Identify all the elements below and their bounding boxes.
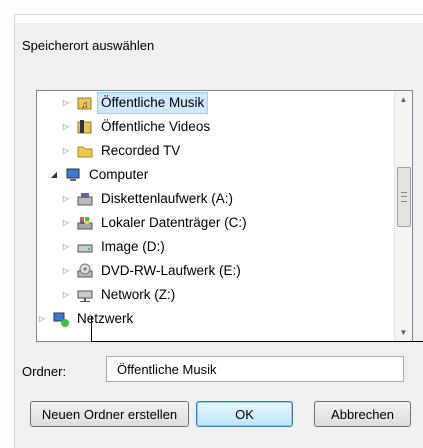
expand-arrow-icon[interactable]: ▷ (61, 98, 71, 108)
expand-arrow-icon[interactable]: ▷ (61, 146, 71, 156)
tree-item-label: Öffentliche Musik (97, 92, 209, 114)
tree-item-label: Network (Z:) (101, 287, 176, 302)
tree-item-label: Diskettenlaufwerk (A:) (101, 191, 234, 206)
expand-arrow-icon[interactable]: ▷ (61, 122, 71, 132)
tree-item-recorded-tv[interactable]: ▷ Recorded TV (61, 139, 184, 163)
tree-item-computer[interactable]: ◢ Computer (49, 163, 152, 187)
tree-item-oeffentliche-musik[interactable]: ▷ ♫ Öffentliche Musik (61, 91, 209, 115)
tree-item-label: Netzwerk (77, 311, 134, 326)
computer-icon (65, 167, 81, 183)
tree-item-label: Computer (89, 167, 149, 182)
tree-item-oeffentliche-videos[interactable]: ▷ Öffentliche Videos (61, 115, 214, 139)
scrollbar-thumb[interactable] (397, 167, 411, 227)
tree-item-label: DVD-RW-Laufwerk (E:) (101, 263, 241, 278)
network-icon (53, 311, 69, 327)
tree-item-image-d[interactable]: ▷ Image (D:) (61, 235, 169, 259)
music-folder-icon: ♫ (77, 95, 93, 111)
folder-name-input[interactable]: Öffentliche Musik (106, 356, 404, 382)
tree-item-lokaler-datentraeger[interactable]: ▷ Lokaler Datenträger (C:) (61, 211, 251, 235)
expand-arrow-icon[interactable]: ▷ (61, 242, 71, 252)
expand-arrow-icon[interactable]: ▷ (61, 290, 71, 300)
tree-item-label: Lokaler Datenträger (C:) (101, 215, 247, 230)
expand-arrow-icon[interactable]: ▷ (37, 314, 47, 324)
folder-label: Ordner: (22, 364, 67, 379)
tree-scrollbar[interactable]: ▲ ▼ (394, 91, 412, 341)
expand-arrow-icon[interactable]: ▷ (61, 218, 71, 228)
tree-item-label: Image (D:) (101, 239, 165, 254)
cancel-button[interactable]: Abbrechen (314, 401, 411, 427)
folder-tree[interactable]: ▷ ♫ Öffentliche Musik ▷ Öffentliche Vide… (36, 90, 413, 342)
expand-arrow-icon[interactable]: ▷ (61, 194, 71, 204)
dvd-drive-icon (77, 263, 93, 279)
callout-line (91, 341, 423, 342)
local-disk-icon (77, 215, 93, 231)
tree-item-netzwerk[interactable]: ▷ Netzwerk (37, 307, 137, 331)
dialog-top-strip (15, 15, 423, 23)
new-folder-button[interactable]: Neuen Ordner erstellen (30, 401, 189, 427)
ok-button[interactable]: OK (196, 401, 293, 427)
drive-icon (77, 239, 93, 255)
tree-item-label: Öffentliche Videos (101, 119, 211, 134)
tree-item-label: Recorded TV (101, 143, 181, 158)
callout-pointer (91, 316, 92, 342)
tree-item-diskettenlaufwerk[interactable]: ▷ Diskettenlaufwerk (A:) (61, 187, 237, 211)
video-folder-icon (77, 119, 93, 135)
network-drive-icon (77, 287, 93, 303)
scroll-down-arrow-icon[interactable]: ▼ (395, 324, 412, 341)
tree-item-dvd-rw[interactable]: ▷ DVD-RW-Laufwerk (E:) (61, 259, 245, 283)
dialog-title: Speicherort auswählen (22, 38, 155, 53)
svg-text:♫: ♫ (81, 100, 89, 111)
folder-icon (77, 143, 93, 159)
expand-arrow-icon[interactable]: ▷ (61, 266, 71, 276)
scroll-up-arrow-icon[interactable]: ▲ (395, 91, 412, 108)
collapse-arrow-icon[interactable]: ◢ (49, 170, 59, 180)
floppy-drive-icon (77, 191, 93, 207)
tree-item-network-z[interactable]: ▷ Network (Z:) (61, 283, 179, 307)
